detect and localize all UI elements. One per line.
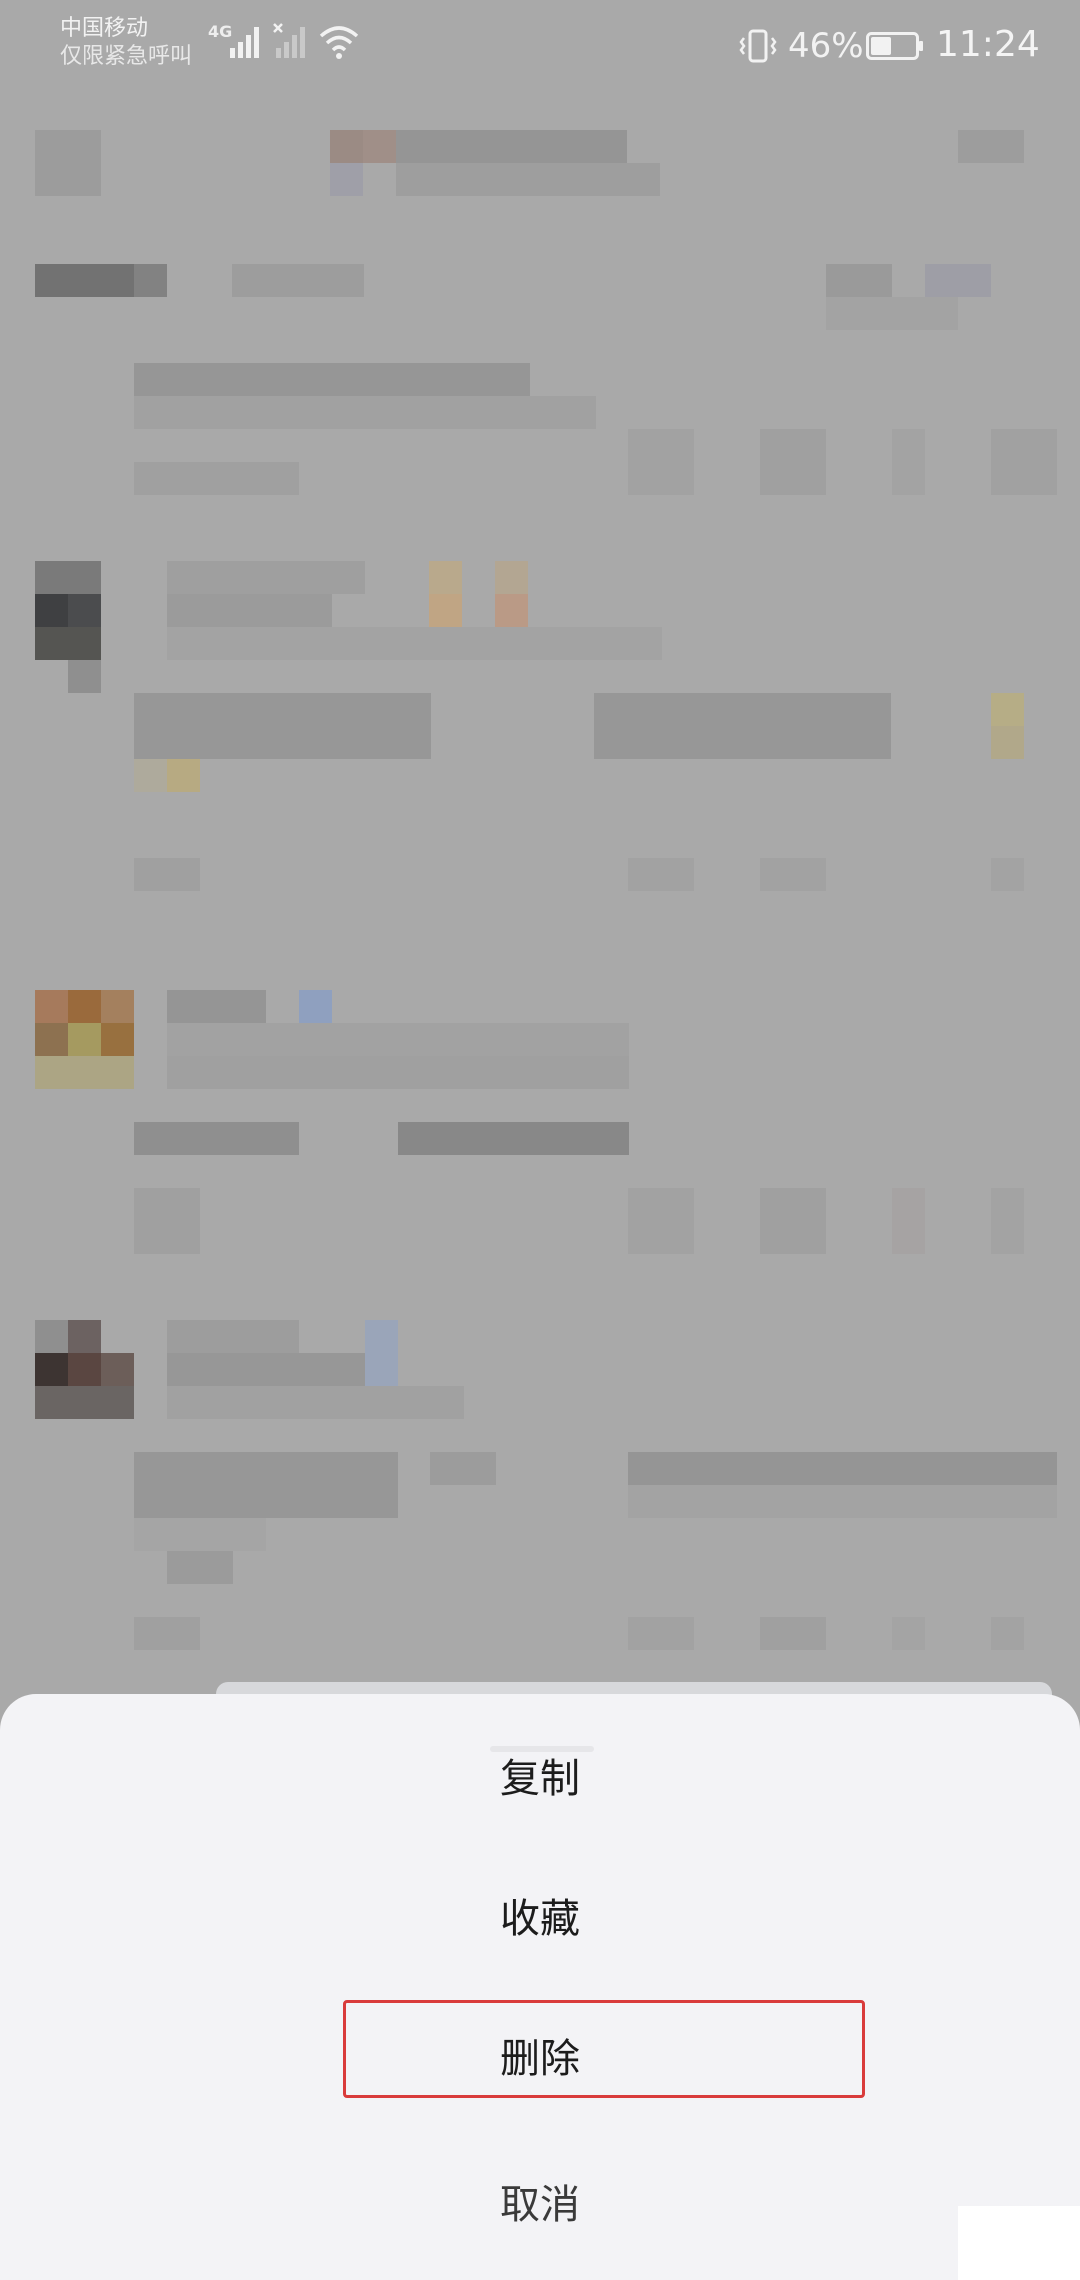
blur-pixel [991, 1188, 1024, 1254]
blur-pixel [68, 990, 101, 1023]
blur-pixel [628, 1617, 694, 1650]
blur-pixel [760, 858, 826, 891]
blur-pixel [35, 990, 68, 1023]
signal-icon [230, 27, 259, 58]
blur-pixel [628, 1188, 694, 1254]
favorite-button[interactable]: 收藏 [0, 1854, 1080, 1984]
blur-pixel [167, 561, 365, 594]
blur-pixel [134, 1617, 200, 1650]
signal-no-service-icon [273, 23, 305, 58]
blur-pixel [134, 1518, 266, 1551]
blur-pixel [760, 1188, 826, 1254]
blur-pixel [35, 130, 101, 196]
blur-pixel [167, 1386, 464, 1419]
copy-button[interactable]: 复制 [0, 1714, 1080, 1844]
clock: 11:24 [936, 24, 1040, 65]
blur-pixel [495, 594, 528, 627]
blur-pixel [398, 1122, 629, 1155]
blur-pixel [134, 363, 530, 396]
blur-pixel [167, 990, 266, 1023]
blur-pixel [68, 1023, 101, 1056]
blur-pixel [134, 693, 431, 759]
blur-pixel [68, 1320, 101, 1353]
blur-pixel [134, 1452, 398, 1518]
carrier-emergency-only: 仅限紧急呼叫 [60, 44, 193, 66]
blur-pixel [396, 163, 660, 196]
blur-pixel [760, 429, 826, 495]
blur-pixel [991, 429, 1057, 495]
blur-pixel [925, 264, 991, 297]
blur-pixel [68, 660, 101, 693]
blur-pixel [134, 462, 299, 495]
blur-pixel [167, 759, 200, 792]
blur-pixel [134, 264, 167, 297]
status-bar: 中国移动 仅限紧急呼叫 4G 46% 11:24 [0, 0, 1080, 120]
blur-pixel [826, 297, 958, 330]
blur-pixel [429, 561, 462, 594]
blur-pixel [167, 1023, 629, 1056]
blur-pixel [167, 1056, 629, 1089]
cancel-button[interactable]: 取消 [0, 2140, 1080, 2270]
battery-icon [866, 32, 923, 60]
blur-pixel [134, 1122, 299, 1155]
blur-pixel [35, 627, 101, 660]
blur-pixel [628, 858, 694, 891]
blur-pixel [628, 1452, 1057, 1485]
carrier-name: 中国移动 [60, 16, 149, 41]
blur-pixel [134, 1188, 200, 1254]
blur-pixel [429, 594, 462, 627]
blur-pixel [991, 858, 1024, 891]
battery-percent: 46% [788, 26, 864, 66]
blur-pixel [35, 1320, 68, 1353]
blur-pixel [134, 759, 167, 792]
blur-pixel [232, 264, 364, 297]
blur-pixel [167, 1353, 365, 1386]
blur-pixel [134, 858, 200, 891]
blur-pixel [826, 264, 892, 297]
blur-pixel [991, 1617, 1024, 1650]
blur-pixel [101, 1023, 134, 1056]
message-action-sheet: 复制 收藏 删除 取消 [0, 1694, 1080, 2280]
wifi-icon [319, 26, 359, 59]
blur-pixel [299, 990, 332, 1023]
blur-pixel [892, 1617, 925, 1650]
carrier-label: 中国移动 仅限紧急呼叫 [60, 14, 192, 66]
blur-pixel [365, 1320, 398, 1386]
blur-pixel [35, 264, 134, 297]
blur-pixel [991, 693, 1024, 726]
blur-pixel [628, 1485, 1057, 1518]
corner-patch [958, 2206, 1080, 2280]
blur-pixel [760, 1617, 826, 1650]
blur-pixel [495, 561, 528, 594]
blur-pixel [628, 429, 694, 495]
blur-pixel [68, 594, 101, 627]
blur-pixel [101, 990, 134, 1023]
blur-pixel [330, 130, 363, 163]
blur-pixel [991, 726, 1024, 759]
blur-pixel [35, 1023, 68, 1056]
blur-pixel [892, 1188, 925, 1254]
vibrate-icon [739, 29, 777, 63]
blur-pixel [167, 594, 332, 627]
blur-pixel [35, 1056, 134, 1089]
blur-pixel [167, 1551, 233, 1584]
blur-pixel [396, 130, 627, 163]
blur-pixel [35, 1386, 134, 1419]
blur-pixel [594, 693, 891, 759]
blur-pixel [430, 1452, 496, 1485]
blur-pixel [892, 429, 925, 495]
blur-pixel [68, 1353, 101, 1386]
blur-pixel [35, 561, 101, 594]
blur-pixel [363, 130, 396, 163]
blur-pixel [167, 627, 662, 660]
blur-pixel [167, 1320, 299, 1353]
blur-pixel [35, 1353, 68, 1386]
blur-pixel [958, 130, 1024, 163]
blur-pixel [330, 163, 363, 196]
delete-button[interactable]: 删除 [0, 1994, 1080, 2124]
blur-pixel [101, 1353, 134, 1386]
blur-pixel [134, 396, 596, 429]
